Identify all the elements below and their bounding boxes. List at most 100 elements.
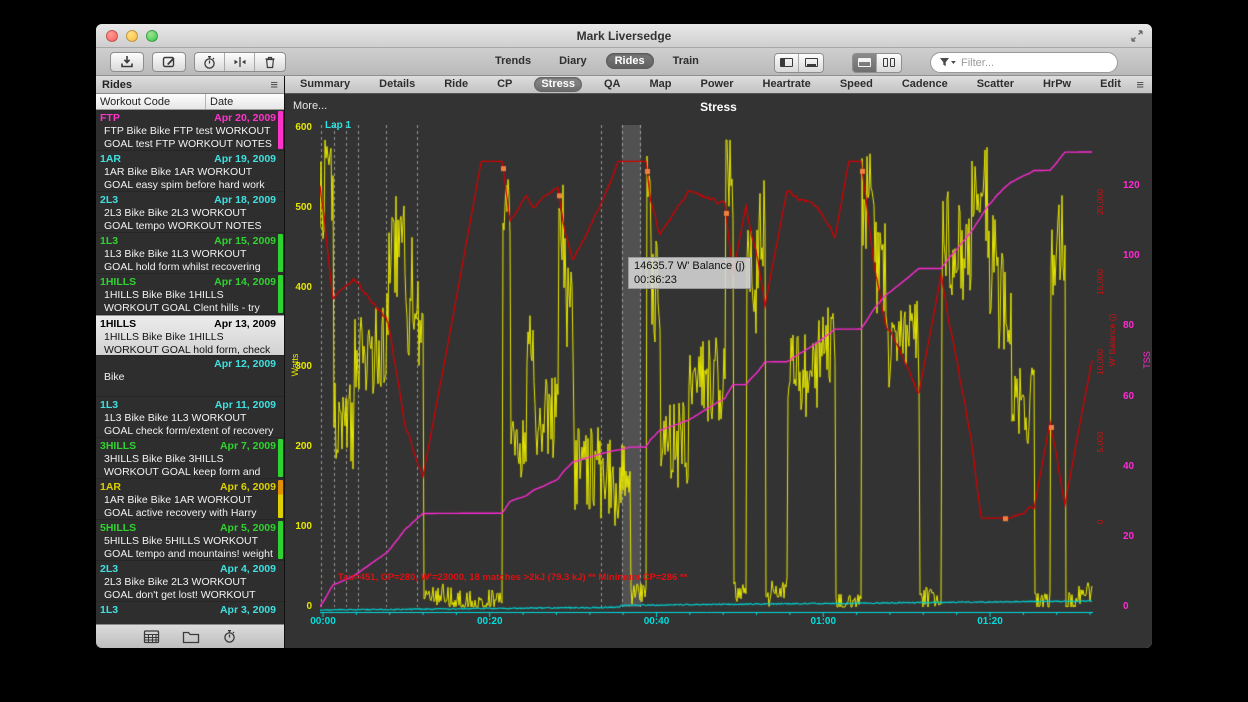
chart-tab-scatter[interactable]: Scatter bbox=[970, 77, 1021, 92]
chart-tab-cp[interactable]: CP bbox=[490, 77, 519, 92]
ride-desc: 1L3 Bike Bike 1L3 WORKOUT GOAL hold form… bbox=[100, 248, 276, 274]
chart-menu-icon[interactable]: ≡ bbox=[1136, 78, 1144, 91]
tooltip-value: 14635.7 W' Balance (j) bbox=[634, 259, 745, 273]
view-tab-train[interactable]: Train bbox=[664, 53, 708, 69]
ride-color-bar bbox=[278, 275, 283, 313]
ride-color-bar bbox=[278, 234, 283, 272]
chart-tab-ride[interactable]: Ride bbox=[437, 77, 475, 92]
ride-row[interactable]: FTP Apr 20, 2009FTP Bike Bike FTP test WO… bbox=[96, 110, 284, 151]
ride-row[interactable]: 1HILLSApr 14, 20091HILLS Bike Bike 1HILL… bbox=[96, 274, 284, 315]
ride-date: Apr 19, 2009 bbox=[214, 153, 276, 166]
ride-row[interactable]: 1ARApr 6, 20091AR Bike Bike 1AR WORKOUT … bbox=[96, 479, 284, 520]
view-tabs: Trends Diary Rides Train bbox=[486, 53, 708, 69]
view-tab-diary[interactable]: Diary bbox=[550, 53, 596, 69]
layout-toggles bbox=[852, 53, 902, 73]
panel-toggles bbox=[774, 53, 824, 73]
lowbar-toggle-icon bbox=[805, 58, 818, 67]
close-button[interactable] bbox=[106, 30, 118, 42]
ride-row[interactable]: 1L3Apr 15, 20091L3 Bike Bike 1L3 WORKOUT… bbox=[96, 233, 284, 274]
chart-tab-map[interactable]: Map bbox=[642, 77, 678, 92]
column-workout-code[interactable]: Workout Code bbox=[96, 94, 206, 109]
filter-input[interactable] bbox=[930, 52, 1118, 73]
ride-desc: 2L3 Bike Bike 2L3 WORKOUT GOAL don't get… bbox=[100, 576, 276, 602]
delete-ride-button[interactable] bbox=[255, 53, 285, 71]
app-window: Mark Liversedge bbox=[96, 24, 1152, 648]
chart-tab-speed[interactable]: Speed bbox=[833, 77, 880, 92]
ride-row[interactable]: 1ARApr 19, 20091AR Bike Bike 1AR WORKOUT… bbox=[96, 151, 284, 192]
stopwatch-icon bbox=[202, 55, 217, 70]
tss-tick: 20 bbox=[1123, 531, 1147, 542]
sidebar-title: Rides bbox=[102, 79, 132, 91]
lap-marker-label: Lap 1 bbox=[325, 120, 351, 131]
ride-code: 3HILLS bbox=[100, 440, 136, 453]
tss-tick: 40 bbox=[1123, 461, 1147, 472]
single-view-button[interactable] bbox=[853, 54, 877, 72]
sidebar-footer bbox=[96, 624, 284, 648]
ride-row[interactable]: 1HILLSApr 13, 20091HILLS Bike Bike 1HILL… bbox=[96, 315, 284, 356]
chart-tab-edit[interactable]: Edit bbox=[1093, 77, 1128, 92]
ride-date: Apr 12, 2009 bbox=[214, 358, 276, 371]
chart-tabs: Summary Details Ride CP Stress QA Map Power Hear… bbox=[293, 77, 1136, 92]
compose-icon bbox=[161, 54, 177, 70]
chart-tab-details[interactable]: Details bbox=[372, 77, 422, 92]
chart-title: Stress bbox=[285, 100, 1152, 114]
interval-tool-button[interactable] bbox=[195, 53, 225, 71]
ride-row[interactable]: 2L3Apr 4, 20092L3 Bike Bike 2L3 WORKOUT … bbox=[96, 561, 284, 602]
ride-row[interactable]: Apr 12, 2009Bike bbox=[96, 356, 284, 397]
edit-ride-button[interactable] bbox=[152, 52, 186, 72]
tiled-view-icon bbox=[883, 58, 895, 67]
view-tab-rides[interactable]: Rides bbox=[606, 53, 654, 69]
ride-code: 1AR bbox=[100, 153, 121, 166]
ride-code: 1AR bbox=[100, 481, 121, 494]
watts-tick: 0 bbox=[286, 601, 312, 612]
stopwatch-icon[interactable] bbox=[222, 629, 237, 644]
ride-row[interactable]: 2L3Apr 18, 20092L3 Bike Bike 2L3 WORKOUT… bbox=[96, 192, 284, 233]
download-ride-button[interactable] bbox=[110, 52, 144, 72]
minimize-button[interactable] bbox=[126, 30, 138, 42]
chart-tab-stress[interactable]: Stress bbox=[534, 77, 582, 92]
stress-plot-canvas[interactable] bbox=[320, 125, 1093, 617]
wbal-tick: 0 bbox=[1095, 504, 1105, 540]
chart-tab-summary[interactable]: Summary bbox=[293, 77, 357, 92]
ride-color-bar bbox=[278, 521, 283, 559]
resize-icon[interactable] bbox=[1130, 29, 1144, 43]
ride-date: Apr 20, 2009 bbox=[214, 112, 276, 125]
ride-code: 1HILLS bbox=[100, 318, 136, 331]
ride-row[interactable]: 5HILLSApr 5, 20095HILLS Bike 5HILLS WORK… bbox=[96, 520, 284, 561]
zoom-button[interactable] bbox=[146, 30, 158, 42]
sidebar-menu-icon[interactable]: ≡ bbox=[270, 78, 278, 91]
chart-tab-power[interactable]: Power bbox=[693, 77, 740, 92]
wbal-tick: 10,000 bbox=[1095, 344, 1105, 380]
tiled-view-button[interactable] bbox=[877, 54, 901, 72]
ride-desc: FTP Bike Bike FTP test WORKOUT GOAL test… bbox=[100, 125, 276, 151]
chart-tab-heartrate[interactable]: Heartrate bbox=[756, 77, 818, 92]
split-ride-button[interactable] bbox=[225, 53, 255, 71]
tss-tick: 120 bbox=[1123, 180, 1147, 191]
wbal-tick: 5,000 bbox=[1095, 424, 1105, 460]
ride-code: FTP bbox=[100, 112, 120, 125]
ride-date: Apr 13, 2009 bbox=[214, 318, 276, 331]
ride-row[interactable]: 1L3Apr 3, 2009 bbox=[96, 602, 284, 624]
ride-row[interactable]: 1L3Apr 11, 20091L3 Bike Bike 1L3 WORKOUT… bbox=[96, 397, 284, 438]
ride-code: 2L3 bbox=[100, 194, 118, 207]
sidebar-toggle-button[interactable] bbox=[775, 54, 799, 72]
view-tab-trends[interactable]: Trends bbox=[486, 53, 540, 69]
ride-date: Apr 3, 2009 bbox=[220, 604, 276, 617]
time-tick: 00:20 bbox=[468, 616, 512, 627]
rides-sidebar: Rides ≡ Workout Code Date FTP Apr 20, 200… bbox=[96, 76, 285, 648]
chart-tab-qa[interactable]: QA bbox=[597, 77, 628, 92]
folder-icon[interactable] bbox=[182, 630, 200, 644]
chart-tab-hrpw[interactable]: HrPw bbox=[1036, 77, 1078, 92]
column-date[interactable]: Date bbox=[206, 94, 284, 109]
sidebar-toggle-icon bbox=[780, 58, 793, 67]
watts-axis-label: Watts bbox=[290, 343, 300, 387]
ride-code: 5HILLS bbox=[100, 522, 136, 535]
calendar-icon[interactable] bbox=[143, 629, 160, 644]
tss-tick: 80 bbox=[1123, 320, 1147, 331]
ride-row[interactable]: 3HILLSApr 7, 20093HILLS Bike Bike 3HILLS… bbox=[96, 438, 284, 479]
ride-date: Apr 5, 2009 bbox=[220, 522, 276, 535]
trash-icon bbox=[263, 55, 277, 70]
time-tick: 01:20 bbox=[968, 616, 1012, 627]
chart-tab-cadence[interactable]: Cadence bbox=[895, 77, 955, 92]
lowbar-toggle-button[interactable] bbox=[799, 54, 823, 72]
